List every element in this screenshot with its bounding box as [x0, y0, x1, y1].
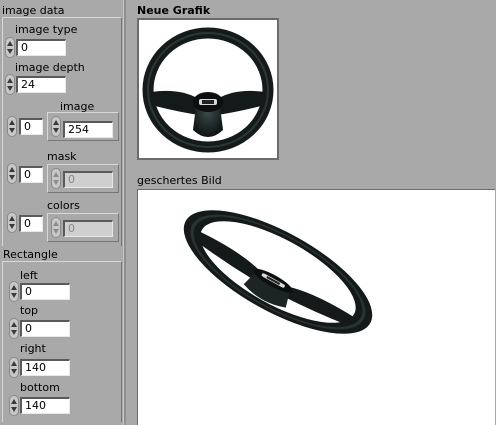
geschertes-bild-title: geschertes Bild [137, 174, 222, 187]
rect-left-field[interactable]: 0 [20, 283, 70, 300]
neue-grafik-title: Neue Grafik [137, 4, 211, 17]
image-type-label: image type [15, 23, 78, 36]
colors-label: colors [47, 199, 80, 212]
image-element-spinner[interactable] [51, 116, 61, 137]
neue-grafik-picture [137, 18, 279, 160]
mask-index-field[interactable]: 0 [19, 166, 43, 183]
image-type-field[interactable]: 0 [16, 39, 66, 56]
rect-bottom-spinner[interactable] [9, 395, 19, 416]
sheared-steering-wheel-image [183, 210, 373, 334]
rect-right-label: right [20, 342, 46, 355]
image-index-field[interactable]: 0 [19, 118, 43, 135]
rect-top-spinner[interactable] [9, 318, 19, 339]
image-depth-spinner[interactable] [5, 74, 15, 95]
rect-top-field[interactable]: 0 [20, 320, 70, 337]
image-data-title: image data [2, 4, 65, 17]
mask-element-field: 0 [63, 171, 113, 188]
mask-label: mask [47, 150, 77, 163]
rect-left-spinner[interactable] [9, 281, 19, 302]
image-index-spinner[interactable] [7, 116, 17, 137]
rect-right-spinner[interactable] [9, 357, 19, 378]
rectangle-title: Rectangle [3, 248, 58, 261]
geschertes-bild-picture [137, 189, 495, 425]
colors-element-spinner [51, 217, 61, 238]
rect-left-label: left [20, 269, 38, 282]
mask-element-spinner [51, 168, 61, 189]
rect-bottom-field[interactable]: 140 [20, 397, 70, 414]
image-depth-field[interactable]: 24 [16, 76, 66, 93]
image-type-spinner[interactable] [5, 37, 15, 58]
image-depth-label: image depth [15, 61, 85, 74]
panel-divider [123, 0, 126, 425]
steering-wheel-image [142, 27, 274, 153]
colors-index-field[interactable]: 0 [19, 215, 43, 232]
colors-index-spinner[interactable] [7, 212, 17, 233]
rect-bottom-label: bottom [20, 381, 60, 394]
rect-right-field[interactable]: 140 [20, 359, 70, 376]
mask-index-spinner[interactable] [7, 163, 17, 184]
rect-top-label: top [20, 304, 39, 317]
image-element-field[interactable]: 254 [63, 121, 113, 138]
colors-element-field: 0 [63, 220, 113, 237]
